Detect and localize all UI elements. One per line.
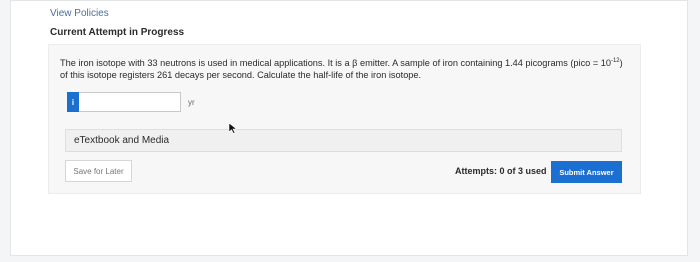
etextbook-and-media-button[interactable]: eTextbook and Media	[65, 129, 622, 152]
answer-input[interactable]	[79, 92, 181, 112]
page: View Policies Current Attempt in Progres…	[0, 0, 700, 262]
question-text-part1: The iron isotope with 33 neutrons is use…	[60, 58, 611, 68]
submit-answer-button[interactable]: Submit Answer	[551, 161, 622, 183]
save-for-later-button[interactable]: Save for Later	[65, 160, 132, 182]
attempt-status-heading: Current Attempt in Progress	[50, 27, 185, 38]
answer-row: i yr	[67, 92, 195, 112]
view-policies-link[interactable]: View Policies	[50, 8, 109, 19]
mouse-cursor-icon	[228, 122, 238, 134]
attempts-counter: Attempts: 0 of 3 used	[455, 166, 547, 176]
info-icon[interactable]: i	[67, 92, 79, 112]
question-text: The iron isotope with 33 neutrons is use…	[60, 57, 630, 81]
unit-label: yr	[188, 97, 195, 107]
question-exponent: -12	[610, 57, 620, 64]
